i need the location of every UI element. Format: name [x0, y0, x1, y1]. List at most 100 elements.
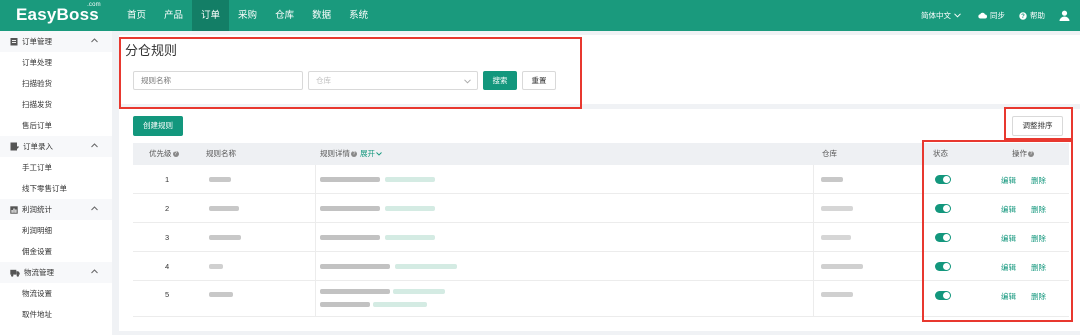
nav-item-warehouse[interactable]: 仓库 — [266, 0, 303, 31]
sidebar-group-order-entry[interactable]: 订单录入 — [0, 136, 112, 157]
redacted-rule-detail-link — [373, 302, 427, 307]
table-row: 5 编辑 删除 — [133, 281, 1069, 317]
redacted-warehouse — [821, 206, 853, 211]
column-rule-name: 规则名称 — [206, 149, 236, 158]
sidebar-item-logistics-settings[interactable]: 物流设置 — [0, 283, 112, 304]
column-rule-detail: 规则详情? 展开 — [320, 143, 382, 165]
filter-panel — [119, 35, 1080, 104]
chevron-up-icon — [91, 269, 98, 274]
column-status: 状态 — [933, 149, 948, 158]
nav-item-system[interactable]: 系统 — [340, 0, 377, 31]
user-avatar-icon[interactable] — [1059, 10, 1070, 21]
nav-item-products[interactable]: 产品 — [155, 0, 192, 31]
edit-link[interactable]: 编辑 — [1001, 175, 1016, 186]
redacted-rule-detail-link — [395, 264, 457, 269]
edit-link[interactable]: 编辑 — [1001, 262, 1016, 273]
redacted-rule-detail — [320, 264, 390, 269]
nav-item-orders[interactable]: 订单 — [192, 0, 230, 31]
redacted-rule-detail-link — [385, 206, 435, 211]
clipboard-icon — [10, 38, 18, 46]
sidebar-item-scan-ship[interactable]: 扫描发货 — [0, 94, 112, 115]
edit-link[interactable]: 编辑 — [1001, 204, 1016, 215]
adjust-sort-button[interactable]: 调整排序 — [1012, 116, 1063, 136]
column-operation: 操作? — [1012, 143, 1034, 165]
rule-name-input[interactable] — [133, 71, 303, 90]
column-divider — [813, 165, 814, 317]
sidebar-group-logistics[interactable]: 物流管理 — [0, 262, 112, 283]
chart-icon — [10, 205, 18, 214]
column-divider — [315, 165, 316, 317]
priority-cell: 4 — [165, 262, 170, 271]
sidebar-item-scan-inspect[interactable]: 扫描验货 — [0, 73, 112, 94]
redacted-warehouse — [821, 235, 851, 240]
table-row: 4 编辑 删除 — [133, 252, 1069, 281]
page-title: 分仓规则 — [125, 43, 178, 58]
sidebar-group-profit-statistics[interactable]: 利润统计 — [0, 199, 112, 220]
table-row: 3 编辑 删除 — [133, 223, 1069, 252]
column-rule-detail-label: 规则详情 — [320, 149, 350, 158]
create-rule-button[interactable]: 创建规则 — [133, 116, 183, 136]
sync-label: 同步 — [990, 11, 1005, 20]
help-button[interactable]: ? 帮助 — [1019, 10, 1045, 21]
priority-cell: 5 — [165, 290, 170, 299]
sidebar-item-after-sales[interactable]: 售后订单 — [0, 115, 112, 136]
language-select[interactable]: 简体中文 — [921, 10, 964, 21]
sidebar-item-profit-details[interactable]: 利润明细 — [0, 220, 112, 241]
redacted-rule-name — [209, 177, 231, 182]
sidebar-item-pickup-address[interactable]: 取件地址 — [0, 304, 112, 325]
top-right-tools: 简体中文 同步 ? 帮助 — [921, 0, 1080, 31]
delete-link[interactable]: 删除 — [1031, 204, 1046, 215]
status-toggle[interactable] — [935, 262, 951, 271]
top-navigation-bar: EasyBoss .com 首页 产品 订单 采购 仓库 数据 系统 简体中文 … — [0, 0, 1080, 31]
sidebar-item-order-processing[interactable]: 订单处理 — [0, 52, 112, 73]
redacted-warehouse — [821, 264, 863, 269]
priority-cell: 1 — [165, 175, 170, 184]
app-logo[interactable]: EasyBoss .com — [16, 2, 101, 25]
status-toggle[interactable] — [935, 291, 951, 300]
column-operation-label: 操作 — [1012, 149, 1027, 158]
sidebar-group-label: 订单录入 — [23, 142, 53, 151]
sync-button[interactable]: 同步 — [978, 10, 1005, 21]
info-icon: ? — [172, 151, 179, 157]
column-priority-label: 优先级 — [149, 149, 172, 158]
delete-link[interactable]: 删除 — [1031, 291, 1046, 302]
table-row: 2 编辑 删除 — [133, 194, 1069, 223]
chevron-up-icon — [91, 143, 98, 148]
redacted-warehouse — [821, 292, 853, 297]
sidebar-item-commission-settings[interactable]: 佣金设置 — [0, 241, 112, 262]
sidebar-item-offline-retail-order[interactable]: 线下零售订单 — [0, 178, 112, 199]
sidebar-group-order-management[interactable]: 订单管理 — [0, 31, 112, 52]
redacted-rule-detail — [320, 177, 380, 182]
status-toggle[interactable] — [935, 204, 951, 213]
svg-text:?: ? — [1021, 14, 1025, 20]
reset-button[interactable]: 重置 — [522, 71, 556, 90]
sidebar-group-label: 物流管理 — [24, 268, 54, 277]
redacted-rule-detail-link — [385, 177, 435, 182]
status-toggle[interactable] — [935, 233, 951, 242]
edit-link[interactable]: 编辑 — [1001, 233, 1016, 244]
table-row: 1 编辑 删除 — [133, 165, 1069, 194]
chevron-up-icon — [91, 38, 98, 43]
warehouse-select[interactable]: 仓库 — [308, 71, 478, 90]
nav-item-home[interactable]: 首页 — [118, 0, 155, 31]
nav-item-purchase[interactable]: 采购 — [229, 0, 266, 31]
help-icon: ? — [1019, 11, 1027, 20]
language-label: 简体中文 — [921, 11, 951, 20]
expand-link[interactable]: 展开 — [360, 149, 382, 158]
chevron-down-icon — [464, 79, 471, 84]
edit-link[interactable]: 编辑 — [1001, 291, 1016, 302]
chevron-down-icon — [376, 152, 382, 156]
nav-item-data[interactable]: 数据 — [303, 0, 340, 31]
table-header: 优先级? 规则名称 规则详情? 展开 仓库 状态 操作? — [133, 143, 1069, 165]
redacted-rule-name — [209, 292, 233, 297]
sidebar-item-manual-order[interactable]: 手工订单 — [0, 157, 112, 178]
logo-suffix: .com — [87, 2, 101, 8]
delete-link[interactable]: 删除 — [1031, 233, 1046, 244]
search-button[interactable]: 搜索 — [483, 71, 517, 90]
warehouse-select-placeholder: 仓库 — [316, 76, 331, 85]
delete-link[interactable]: 删除 — [1031, 175, 1046, 186]
sidebar: 订单管理 订单处理 扫描验货 扫描发货 售后订单 订单录入 手工订单 线下零售订… — [0, 31, 112, 335]
delete-link[interactable]: 删除 — [1031, 262, 1046, 273]
status-toggle[interactable] — [935, 175, 951, 184]
order-entry-icon — [10, 142, 19, 151]
